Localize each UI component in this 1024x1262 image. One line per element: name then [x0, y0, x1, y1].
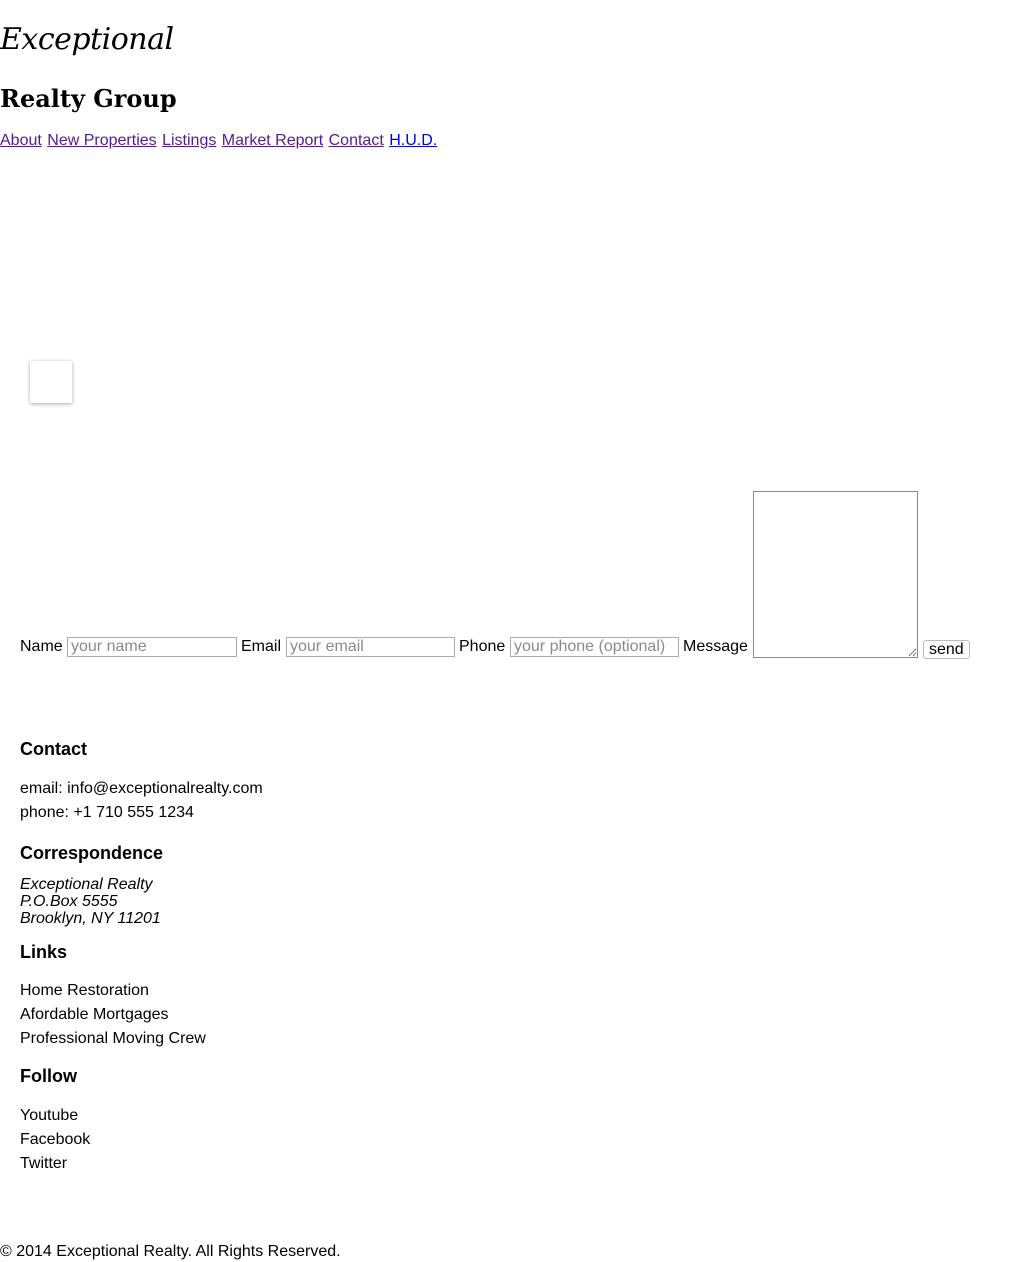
nav-link-contact[interactable]: Contact [329, 132, 384, 149]
nav-link-about[interactable]: About [0, 132, 42, 149]
follow-link-youtube[interactable]: Youtube [20, 1104, 520, 1128]
message-label: Message [683, 638, 748, 655]
name-input[interactable] [67, 637, 237, 657]
logo-subtitle: Realty Group [0, 84, 177, 113]
correspondence-heading: Correspondence [20, 843, 164, 863]
contact-heading: Contact [20, 739, 87, 759]
address-line: Brooklyn, NY 11201 [20, 910, 161, 927]
footer-link-moving-crew[interactable]: Professional Moving Crew [20, 1027, 520, 1051]
contact-phone: phone: +1 710 555 1234 [20, 804, 194, 821]
nav-link-market-report[interactable]: Market Report [222, 132, 323, 149]
email-input[interactable] [286, 637, 455, 657]
footer-link-home-restoration[interactable]: Home Restoration [20, 979, 520, 1003]
follow-heading: Follow [20, 1066, 77, 1086]
nav-link-new-properties[interactable]: New Properties [47, 132, 156, 149]
message-textarea[interactable] [753, 491, 918, 658]
phone-label: Phone [459, 638, 506, 655]
links-heading: Links [20, 942, 68, 962]
empty-card-widget[interactable] [30, 361, 72, 403]
footer-link-affordable-mortgages[interactable]: Afordable Mortgages [20, 1003, 520, 1027]
phone-input[interactable] [510, 637, 679, 657]
nav-link-hud[interactable]: H.U.D. [389, 132, 437, 149]
main-nav: About New Properties Listings Market Rep… [0, 131, 438, 151]
logo-script-text: Exceptional [0, 22, 174, 57]
address-line: P.O.Box 5555 [20, 893, 118, 910]
mailing-address: Exceptional Realty P.O.Box 5555 Brooklyn… [20, 876, 520, 927]
copyright-text: © 2014 Exceptional Realty. All Rights Re… [0, 1243, 341, 1260]
send-button[interactable]: send [923, 640, 970, 659]
name-label: Name [20, 638, 63, 655]
follow-link-twitter[interactable]: Twitter [20, 1152, 520, 1176]
follow-link-facebook[interactable]: Facebook [20, 1128, 520, 1152]
nav-link-listings[interactable]: Listings [162, 132, 216, 149]
address-line: Exceptional Realty [20, 876, 153, 893]
contact-email: email: info@exceptionalrealty.com [20, 780, 263, 797]
email-label: Email [241, 638, 282, 655]
contact-form: Name Email Phone Message send [20, 491, 1020, 661]
site-footer: Contact email: info@exceptionalrealty.co… [20, 738, 520, 1176]
